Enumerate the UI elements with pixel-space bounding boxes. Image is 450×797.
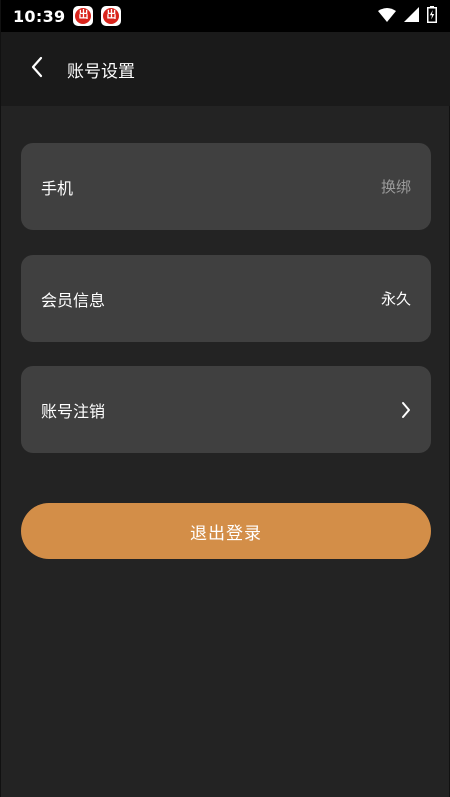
membership-label: 会员信息 (41, 290, 106, 310)
status-time: 10:39 (13, 6, 66, 26)
rebind-phone-link[interactable]: 换绑 (381, 176, 411, 197)
logout-button[interactable]: 退出登录 (21, 503, 431, 559)
cancel-account-label: 账号注销 (41, 401, 106, 421)
status-bar: 10:39 出 出 (1, 0, 450, 32)
signal-icon (404, 6, 419, 26)
back-chevron-icon (30, 56, 44, 82)
phone-label: 手机 (41, 178, 74, 198)
screen: 10:39 出 出 账号设置 手机 换绑 会员信息 永久 账号注销 退出登录 (0, 0, 450, 797)
membership-value: 永久 (380, 290, 411, 308)
system-status-icons (378, 5, 437, 27)
cancel-account-row[interactable]: 账号注销 (21, 366, 431, 453)
phone-row[interactable]: 手机 换绑 (21, 143, 431, 230)
page-title: 账号设置 (67, 61, 135, 82)
membership-row[interactable]: 会员信息 永久 (21, 255, 431, 342)
back-button[interactable] (17, 49, 57, 89)
chevron-right-icon (401, 401, 411, 419)
battery-charging-icon (427, 5, 437, 27)
app-notification-icon: 出 (73, 6, 94, 26)
app-header: 账号设置 (1, 32, 450, 106)
app-notification-icon: 出 (101, 6, 122, 26)
wifi-icon (378, 7, 396, 26)
